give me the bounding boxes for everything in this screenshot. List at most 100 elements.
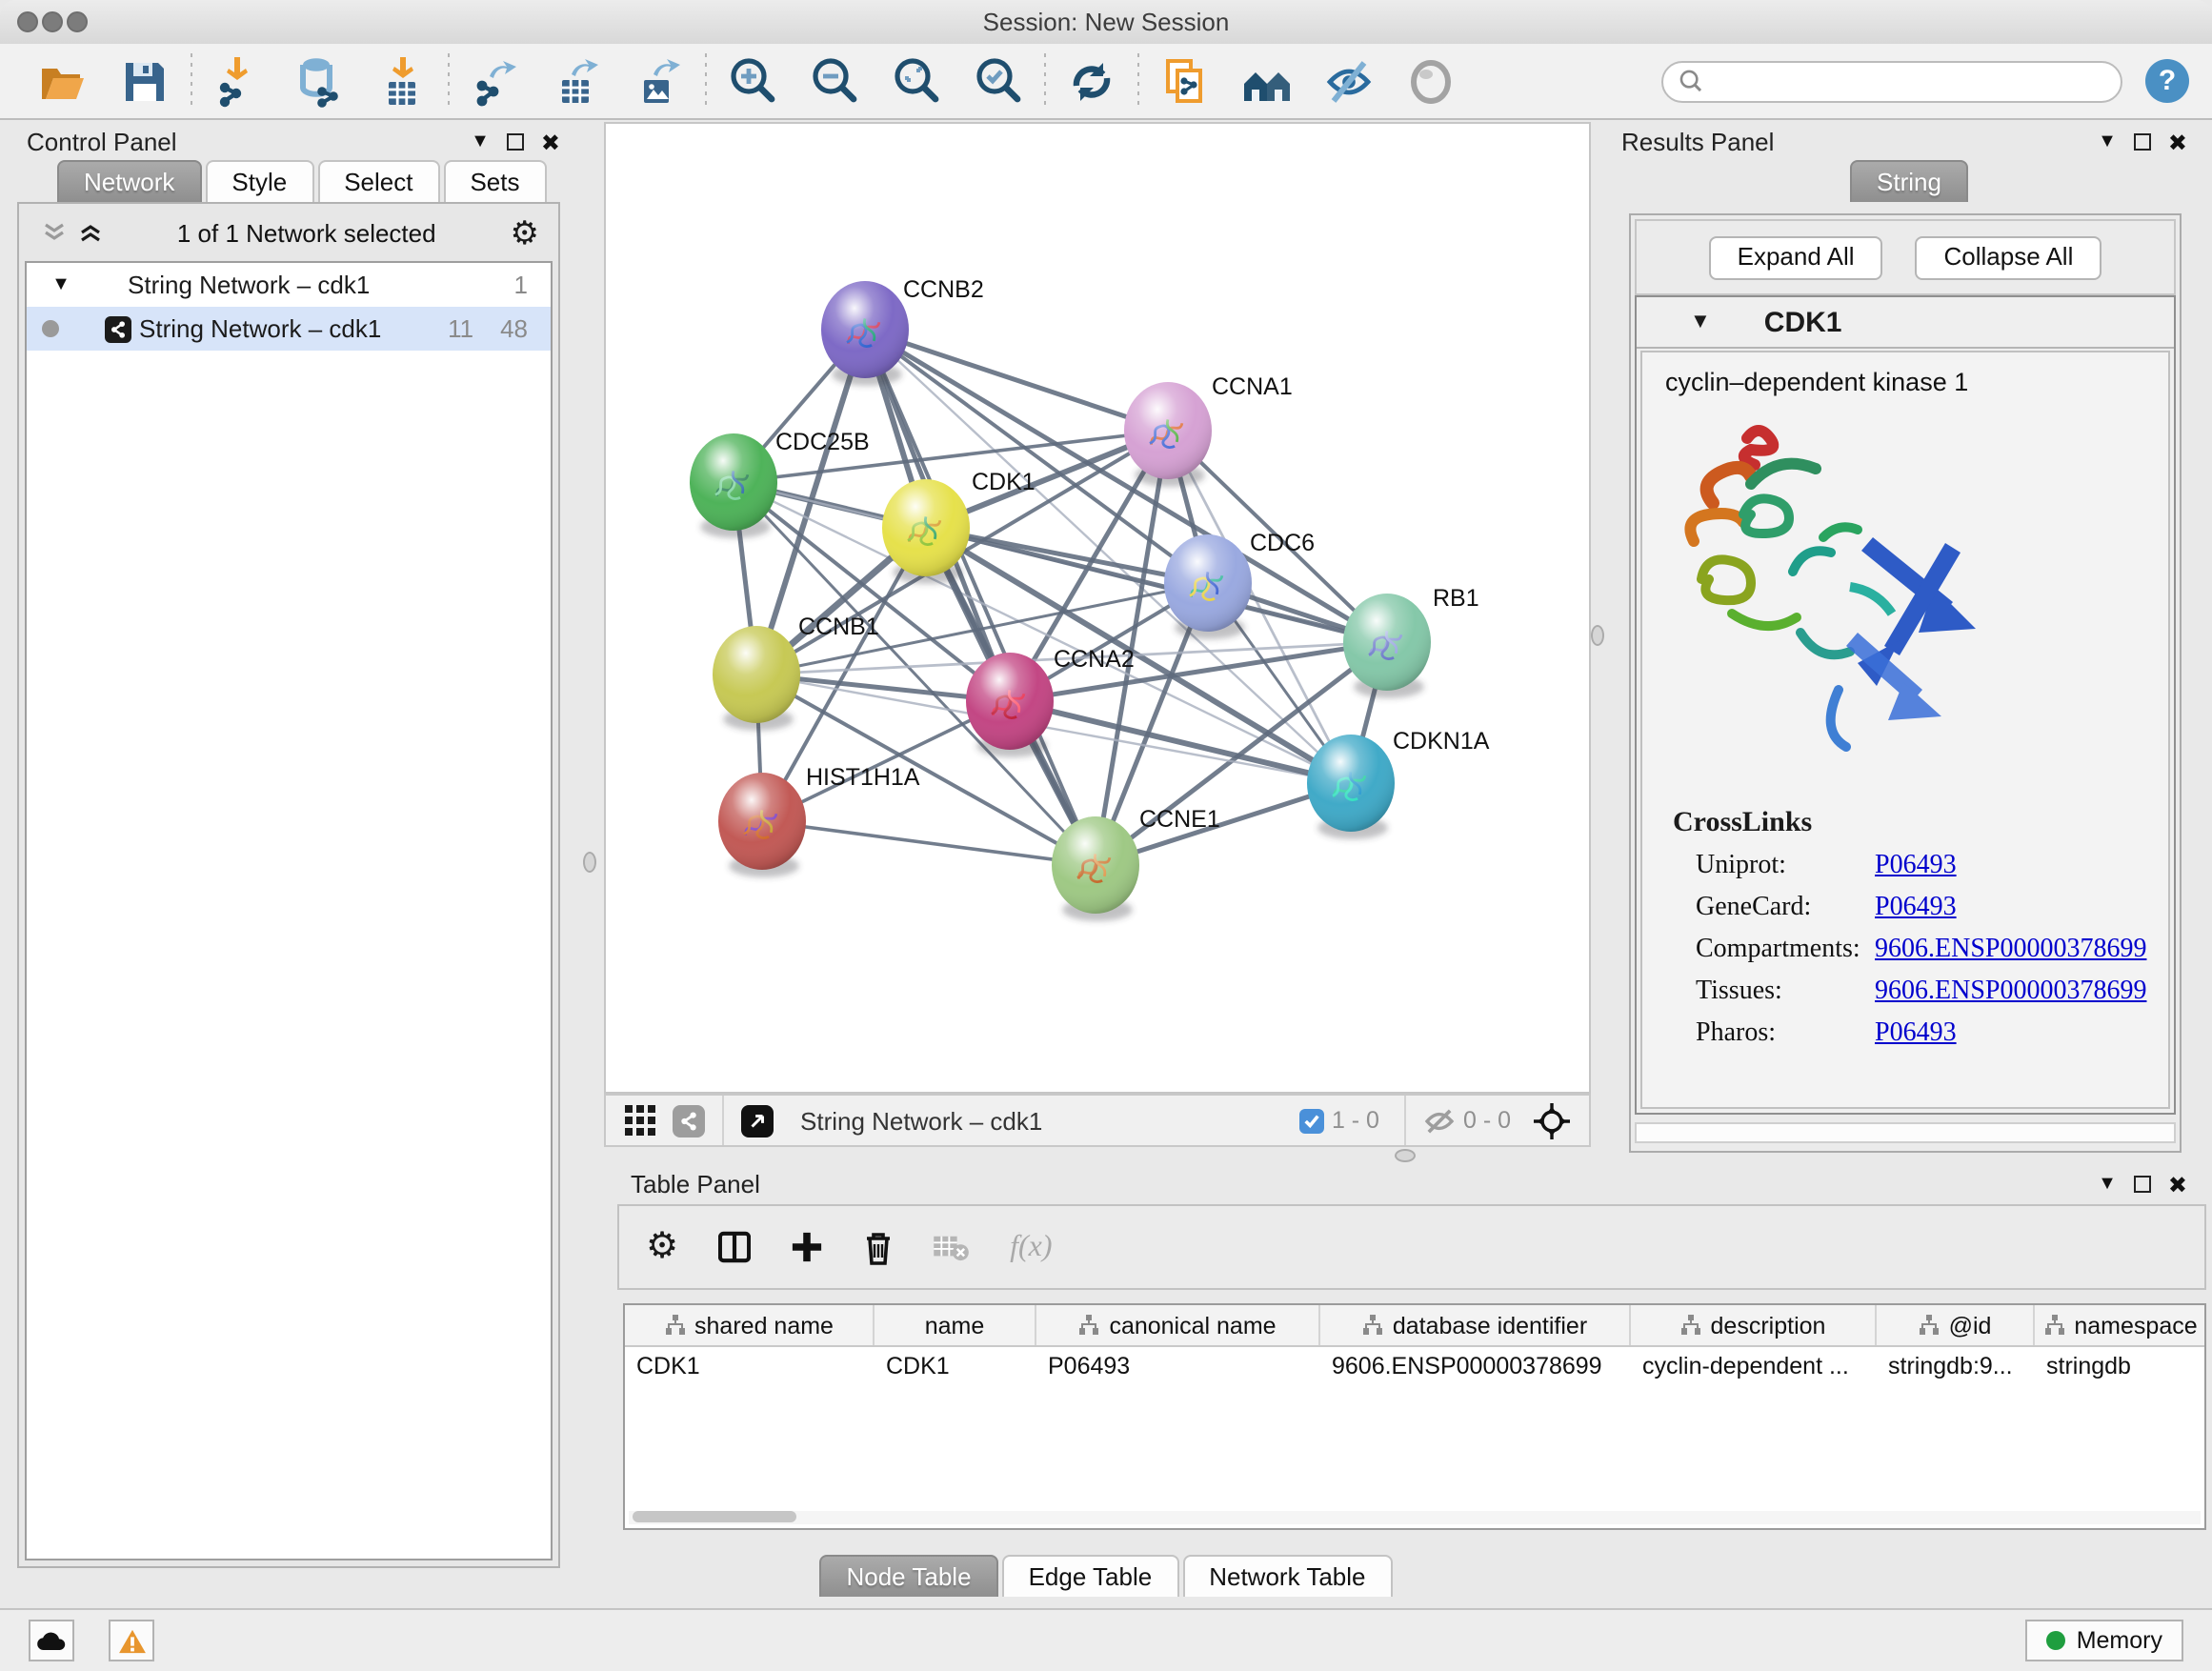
birds-eye-view-icon[interactable] xyxy=(1534,1102,1570,1138)
network-options-gear-icon[interactable]: ⚙ xyxy=(511,216,540,249)
zoom-in-icon[interactable] xyxy=(724,52,781,110)
column-header-shared-name[interactable]: shared name xyxy=(625,1305,875,1345)
export-table-icon[interactable] xyxy=(549,52,606,110)
duplicate-network-icon[interactable] xyxy=(1156,52,1214,110)
panel-close-icon[interactable]: ✖ xyxy=(2168,129,2187,155)
table-horizontal-scrollbar[interactable] xyxy=(629,1511,2201,1524)
tab-style[interactable]: Style xyxy=(205,160,313,202)
network-row[interactable]: String Network – cdk1 11 48 xyxy=(27,307,551,351)
network-view-icon[interactable] xyxy=(673,1104,705,1137)
results-scroll-strip[interactable] xyxy=(1635,1122,2176,1143)
show-all-icon[interactable] xyxy=(1402,52,1459,110)
node-label-HIST1H1A: HIST1H1A xyxy=(806,764,920,791)
panel-close-icon[interactable]: ✖ xyxy=(2168,1171,2187,1198)
network-node-CDKN1A[interactable]: CDKN1A xyxy=(1307,728,1490,839)
hidden-indicator-icon[interactable] xyxy=(1423,1108,1456,1133)
left-splitter-handle[interactable] xyxy=(583,852,596,873)
panel-menu-icon[interactable]: ▼ xyxy=(2098,131,2117,152)
crosslink-link[interactable]: 9606.ENSP00000378699 xyxy=(1875,977,2146,1008)
help-icon[interactable]: ? xyxy=(2145,59,2189,103)
column-header-database-identifier[interactable]: database identifier xyxy=(1320,1305,1631,1345)
table-cell[interactable]: stringdb:9... xyxy=(1877,1347,2035,1389)
table-cell[interactable]: CDK1 xyxy=(625,1347,875,1389)
horizontal-splitter-handle[interactable] xyxy=(1395,1149,1416,1162)
zoom-out-icon[interactable] xyxy=(806,52,863,110)
delete-table-icon[interactable] xyxy=(934,1233,970,1261)
collapse-all-icon[interactable] xyxy=(42,221,67,244)
function-builder-icon[interactable]: f(x) xyxy=(1010,1230,1052,1264)
column-header-namespace[interactable]: namespace xyxy=(2035,1305,2206,1345)
network-edge[interactable] xyxy=(865,330,1168,431)
open-session-icon[interactable] xyxy=(34,52,91,110)
column-header-canonical-name[interactable]: canonical name xyxy=(1036,1305,1320,1345)
tab-node-table[interactable]: Node Table xyxy=(819,1555,997,1597)
tab-network-table[interactable]: Network Table xyxy=(1182,1555,1392,1597)
scrollbar-thumb[interactable] xyxy=(633,1511,796,1522)
collapse-entry-icon[interactable]: ▼ xyxy=(1690,311,1711,333)
panel-float-icon[interactable] xyxy=(507,133,524,151)
create-column-icon[interactable] xyxy=(791,1231,823,1263)
table-cell[interactable]: stringdb xyxy=(2035,1347,2206,1389)
zoom-fit-content-icon[interactable] xyxy=(888,52,945,110)
table-options-gear-icon[interactable]: ⚙ xyxy=(646,1229,678,1265)
selected-indicator-icon[interactable] xyxy=(1299,1108,1324,1133)
table-cell[interactable]: cyclin-dependent ... xyxy=(1631,1347,1877,1389)
network-node-RB1[interactable]: RB1 xyxy=(1343,585,1479,698)
warnings-button[interactable] xyxy=(109,1620,154,1661)
network-node-CCNA2[interactable]: CCNA2 xyxy=(966,646,1135,757)
network-node-CCNB1[interactable]: CCNB1 xyxy=(713,614,879,731)
grid-view-icon[interactable] xyxy=(625,1105,655,1136)
panel-menu-icon[interactable]: ▼ xyxy=(2098,1174,2117,1195)
network-node-CCNE1[interactable]: CCNE1 xyxy=(1052,806,1220,921)
tab-select[interactable]: Select xyxy=(317,160,439,202)
network-node-HIST1H1A[interactable]: HIST1H1A xyxy=(718,764,920,877)
node-details-header[interactable]: ▼ CDK1 xyxy=(1637,297,2174,349)
column-header-description[interactable]: description xyxy=(1631,1305,1877,1345)
import-network-from-database-icon[interactable] xyxy=(292,52,349,110)
table-cell[interactable]: 9606.ENSP00000378699 xyxy=(1320,1347,1631,1389)
network-node-CDC25B[interactable]: CDC25B xyxy=(690,429,870,538)
right-splitter-handle[interactable] xyxy=(1591,625,1604,646)
network-collection-row[interactable]: ▼ String Network – cdk1 1 xyxy=(27,263,551,307)
save-session-icon[interactable] xyxy=(116,52,173,110)
table-row[interactable]: CDK1CDK1P064939606.ENSP00000378699cyclin… xyxy=(625,1347,2204,1389)
panel-close-icon[interactable]: ✖ xyxy=(541,129,560,155)
tree-expander-icon[interactable]: ▼ xyxy=(50,274,72,295)
memory-button[interactable]: Memory xyxy=(2025,1620,2183,1661)
table-cell[interactable]: P06493 xyxy=(1036,1347,1320,1389)
node-table: shared namenamecanonical namedatabase id… xyxy=(623,1303,2206,1530)
panel-float-icon[interactable] xyxy=(2134,1176,2151,1193)
crosslink-link[interactable]: P06493 xyxy=(1875,894,1957,924)
network-canvas[interactable]: CCNB2CCNA1CDC25BCDK1CDC6RB1CCNB1CCNA2CDK… xyxy=(604,122,1591,1094)
tab-string[interactable]: String xyxy=(1850,160,1968,202)
import-table-from-file-icon[interactable] xyxy=(373,52,431,110)
crosslink-link[interactable]: P06493 xyxy=(1875,1019,1957,1050)
tab-edge-table[interactable]: Edge Table xyxy=(1002,1555,1179,1597)
expand-all-icon[interactable] xyxy=(78,221,103,244)
crosslink-link[interactable]: 9606.ENSP00000378699 xyxy=(1875,936,2146,966)
apply-preferred-layout-icon[interactable] xyxy=(1063,52,1120,110)
import-network-from-file-icon[interactable] xyxy=(210,52,267,110)
expand-all-button[interactable]: Expand All xyxy=(1709,235,1883,279)
delete-column-icon[interactable] xyxy=(863,1230,894,1264)
export-network-icon[interactable] xyxy=(467,52,524,110)
search-input[interactable] xyxy=(1713,66,2105,96)
export-image-icon[interactable] xyxy=(631,52,688,110)
show-columns-icon[interactable] xyxy=(718,1231,751,1263)
network-node-CCNB2[interactable]: CCNB2 xyxy=(821,276,984,386)
tab-sets[interactable]: Sets xyxy=(443,160,546,202)
column-header--id[interactable]: @id xyxy=(1877,1305,2035,1345)
panel-float-icon[interactable] xyxy=(2134,133,2151,151)
crosslink-link[interactable]: P06493 xyxy=(1875,852,1957,882)
tab-network[interactable]: Network xyxy=(57,160,201,202)
network-edge[interactable] xyxy=(762,821,1096,865)
column-header-name[interactable]: name xyxy=(875,1305,1036,1345)
detach-view-icon[interactable] xyxy=(741,1104,774,1137)
hide-selected-icon[interactable] xyxy=(1320,52,1377,110)
cloud-button[interactable] xyxy=(29,1620,74,1661)
collapse-all-button[interactable]: Collapse All xyxy=(1916,235,2102,279)
panel-menu-icon[interactable]: ▼ xyxy=(471,131,490,152)
table-cell[interactable]: CDK1 xyxy=(875,1347,1036,1389)
zoom-selected-icon[interactable] xyxy=(970,52,1027,110)
first-neighbors-icon[interactable] xyxy=(1238,52,1296,110)
